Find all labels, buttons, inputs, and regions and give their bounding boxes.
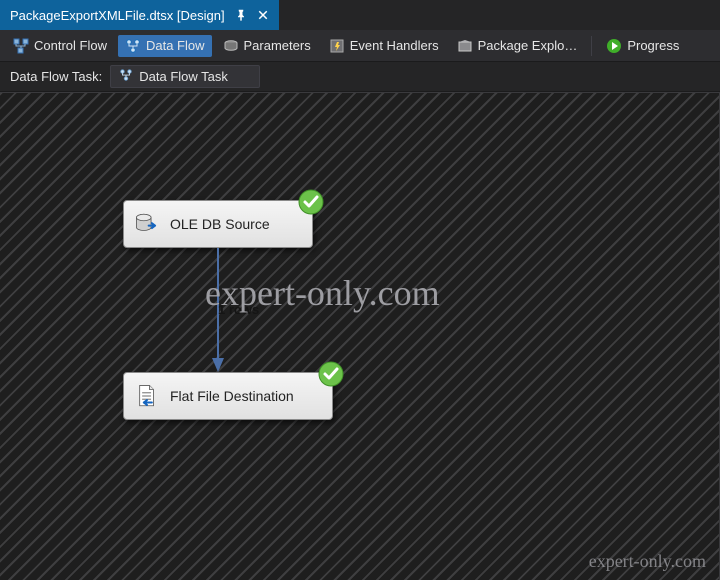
tab-progress[interactable]: Progress — [599, 35, 686, 57]
tab-label: Progress — [627, 38, 679, 53]
database-source-icon — [134, 211, 160, 237]
data-flow-icon — [125, 38, 141, 54]
node-flat-file-destination[interactable]: Flat File Destination — [123, 372, 333, 420]
canvas-background — [0, 92, 720, 580]
pin-icon[interactable] — [235, 9, 247, 21]
node-label: Flat File Destination — [170, 388, 294, 404]
tab-package-explorer[interactable]: Package Explo… — [450, 35, 585, 57]
control-flow-icon — [13, 38, 29, 54]
task-selector-dropdown[interactable]: Data Flow Task — [110, 65, 260, 88]
tab-control-flow[interactable]: Control Flow — [6, 35, 114, 57]
task-selector-label: Data Flow Task: — [10, 69, 102, 84]
tab-label: Package Explo… — [478, 38, 578, 53]
task-selector-value: Data Flow Task — [139, 69, 228, 84]
close-icon[interactable] — [257, 9, 269, 21]
tab-label: Control Flow — [34, 38, 107, 53]
toolbar-separator — [591, 36, 592, 56]
document-tab-strip: PackageExportXMLFile.dtsx [Design] — [0, 0, 720, 30]
connector-rows-label: 1 rows — [218, 302, 259, 317]
package-explorer-icon — [457, 38, 473, 54]
tab-label: Data Flow — [146, 38, 205, 53]
document-tab[interactable]: PackageExportXMLFile.dtsx [Design] — [0, 0, 279, 30]
flat-file-destination-icon — [134, 383, 160, 409]
design-canvas[interactable]: OLE DB Source 1 rows Flat File Destinati… — [0, 92, 720, 580]
tab-event-handlers[interactable]: Event Handlers — [322, 35, 446, 57]
node-label: OLE DB Source — [170, 216, 270, 232]
designer-toolbar: Control Flow Data Flow Parameters — [0, 30, 720, 62]
tab-label: Parameters — [244, 38, 311, 53]
tab-label: Event Handlers — [350, 38, 439, 53]
parameters-icon — [223, 38, 239, 54]
tab-parameters[interactable]: Parameters — [216, 35, 318, 57]
tab-data-flow[interactable]: Data Flow — [118, 35, 212, 57]
document-tab-title: PackageExportXMLFile.dtsx [Design] — [10, 8, 225, 23]
success-badge-icon — [298, 189, 324, 215]
success-badge-icon — [318, 361, 344, 387]
event-handlers-icon — [329, 38, 345, 54]
data-flow-icon — [119, 68, 133, 85]
task-selector-bar: Data Flow Task: Data Flow Task — [0, 62, 720, 92]
node-ole-db-source[interactable]: OLE DB Source — [123, 200, 313, 248]
progress-icon — [606, 38, 622, 54]
